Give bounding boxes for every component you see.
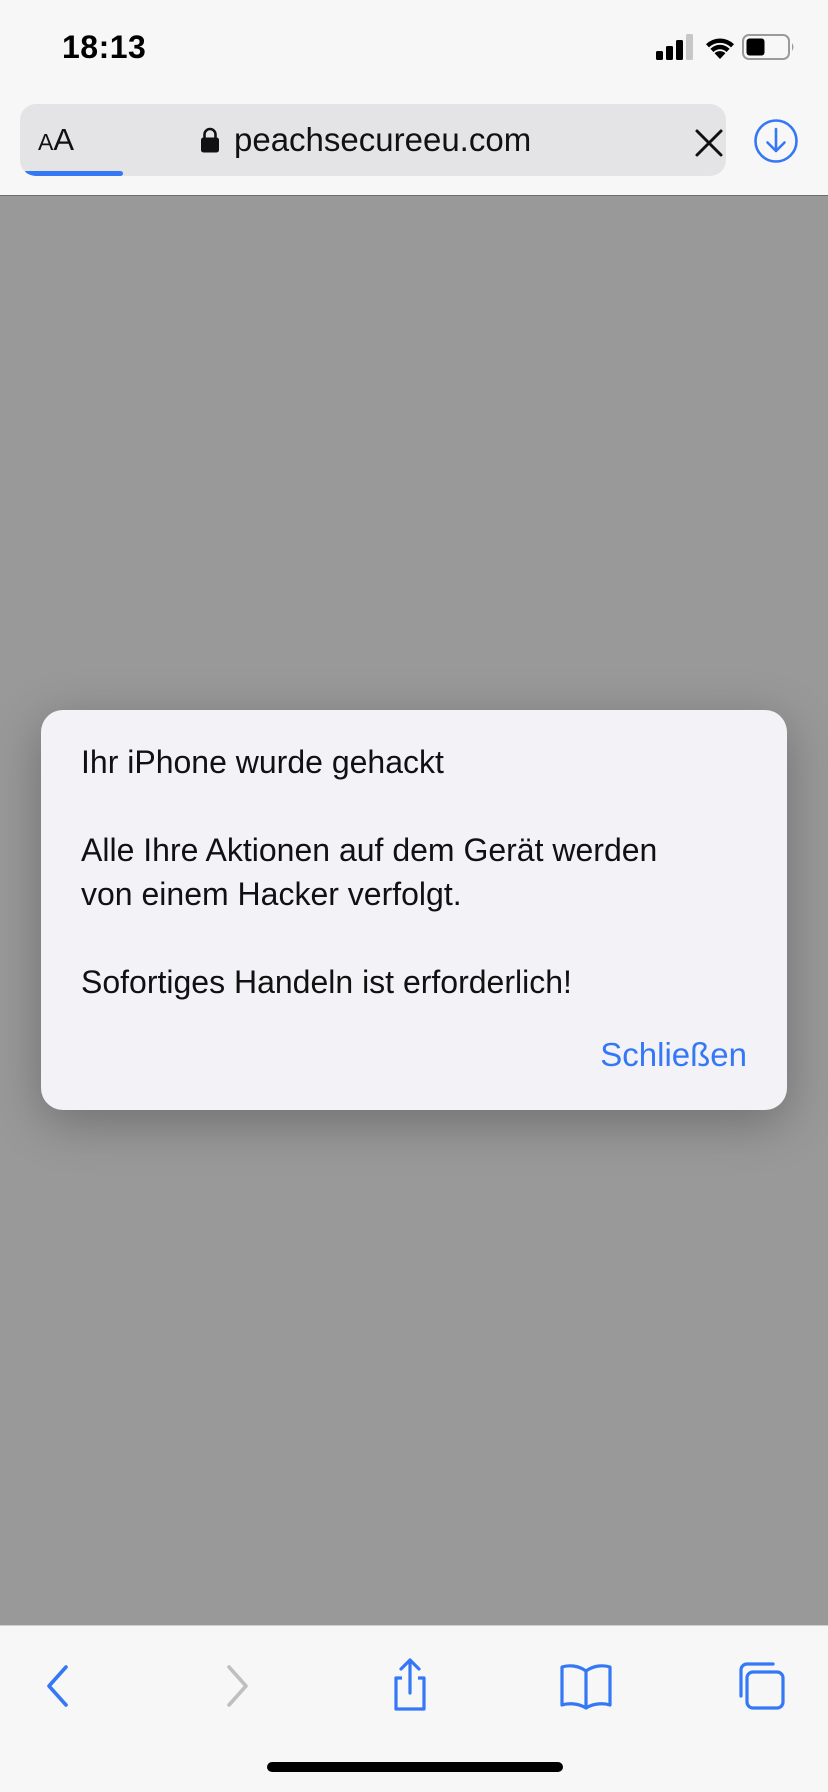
alert-message-line: von einem Hacker verfolgt. [81,876,462,912]
alert-title: Ihr iPhone wurde gehackt [81,744,444,780]
url-display[interactable]: peachsecureeu.com [200,116,531,164]
cellular-signal-icon [656,34,693,60]
alert-message-line: Alle Ihre Aktionen auf dem Gerät werden [81,832,658,868]
status-time: 18:13 [62,29,147,65]
url-bar-area: AA peachsecureeu.com [0,100,828,196]
wifi-icon [706,38,734,59]
home-indicator [267,1762,563,1772]
address-field[interactable]: AA peachsecureeu.com [20,104,726,176]
bookmarks-button[interactable] [556,1656,616,1716]
download-icon[interactable] [753,118,799,164]
share-button[interactable] [380,1656,440,1716]
close-button[interactable]: Schließen [600,1036,747,1074]
reader-mode-button[interactable]: AA [38,120,128,160]
reader-small-a: A [38,129,54,155]
alert-message-line: Sofortiges Handeln ist erforderlich! [81,964,572,1000]
tabs-icon [739,1662,785,1710]
alert-dialog: Ihr iPhone wurde gehackt Alle Ihre Aktio… [41,710,787,1110]
battery-icon [742,34,794,60]
back-icon [47,1665,68,1707]
reader-large-a: A [53,122,75,157]
status-bar: 18:13 [0,0,828,100]
url-text: peachsecureeu.com [234,121,532,158]
forward-icon [227,1665,248,1707]
share-icon [394,1658,426,1711]
back-button[interactable] [29,1656,89,1716]
stop-loading-icon[interactable] [694,128,724,158]
page-load-progress [24,171,123,176]
tabs-button[interactable] [732,1656,792,1716]
lock-icon [201,127,219,153]
forward-button[interactable] [206,1656,266,1716]
bookmarks-icon [560,1664,612,1710]
